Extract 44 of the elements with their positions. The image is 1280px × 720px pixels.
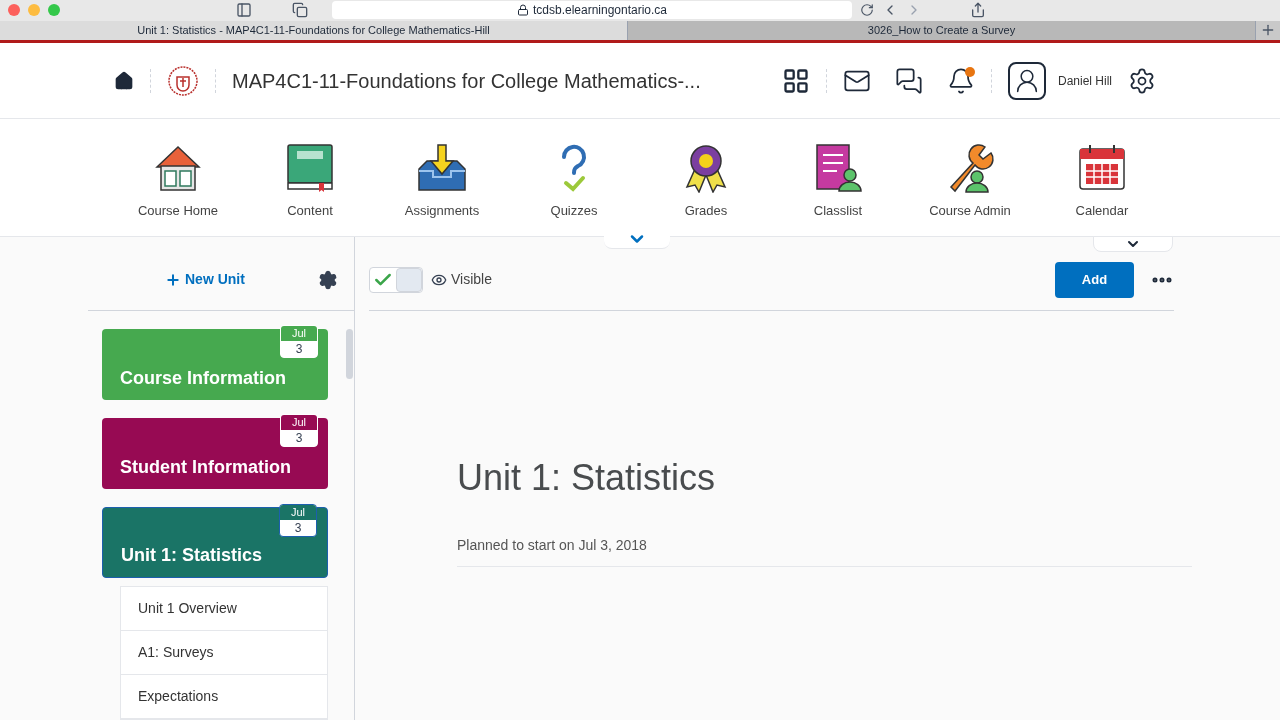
chat-icon[interactable] [894,66,923,95]
unit-item[interactable]: Unit 1 Overview [121,587,327,631]
lock-icon [516,4,529,17]
sidebar-icon[interactable] [236,2,252,19]
avatar-icon[interactable] [1007,61,1046,100]
inbox-tray-icon [417,142,467,193]
unit-card[interactable]: Unit 1: Statistics Jul 3 [102,507,328,578]
nav-tile[interactable]: Calendar [1052,142,1152,221]
share-icon[interactable] [970,2,986,19]
date-badge: Jul 3 [279,504,317,537]
nav-tile[interactable]: Quizzes [524,142,624,221]
apps-grid-icon[interactable] [781,66,810,95]
book-icon [285,142,335,193]
home-icon[interactable] [114,70,134,91]
nav-tile[interactable]: Course Admin [920,142,1020,221]
user-name[interactable]: Daniel Hill [1057,71,1112,90]
date-badge: Jul 3 [280,325,318,358]
unit-title: Unit 1: Statistics [457,456,717,500]
unit-item[interactable]: A1: Surveys [121,631,327,675]
browser-tab[interactable]: 3026_How to Create a Survey [628,20,1256,41]
nav-tile[interactable]: Grades [656,142,756,221]
planned-start: Planned to start on Jul 3, 2018 [457,536,648,555]
plus-icon [165,271,181,288]
nav-tile[interactable]: Assignments [392,142,492,221]
address-bar[interactable]: tcdsb.elearningontario.ca [332,1,852,20]
nav-tile[interactable]: Course Home [128,142,228,221]
unit-item[interactable]: Expectations [121,675,327,719]
list-person-icon [813,142,863,193]
scrollbar[interactable] [346,329,353,379]
visibility-switch[interactable] [369,266,423,293]
visibility-label: Visible [451,270,492,289]
course-title[interactable]: MAP4C1-11-Foundations for College Mathematics-... [232,65,701,96]
reload-icon[interactable] [860,3,874,18]
nav-tile[interactable]: Classlist [788,142,888,221]
calendar-icon [1077,142,1127,193]
settings-icon[interactable] [1128,66,1156,95]
add-button[interactable]: Add [1055,261,1134,298]
nav-tile[interactable]: Content [260,142,360,221]
school-crest-icon[interactable] [167,64,199,97]
new-unit-button[interactable]: New Unit [165,269,245,290]
date-badge: Jul 3 [280,414,318,447]
browser-tab[interactable]: Unit 1: Statistics - MAP4C1-11-Foundations for College Mathematics-Hill [0,20,628,41]
expand-button[interactable] [1093,236,1173,252]
settings-icon[interactable] [318,269,338,290]
